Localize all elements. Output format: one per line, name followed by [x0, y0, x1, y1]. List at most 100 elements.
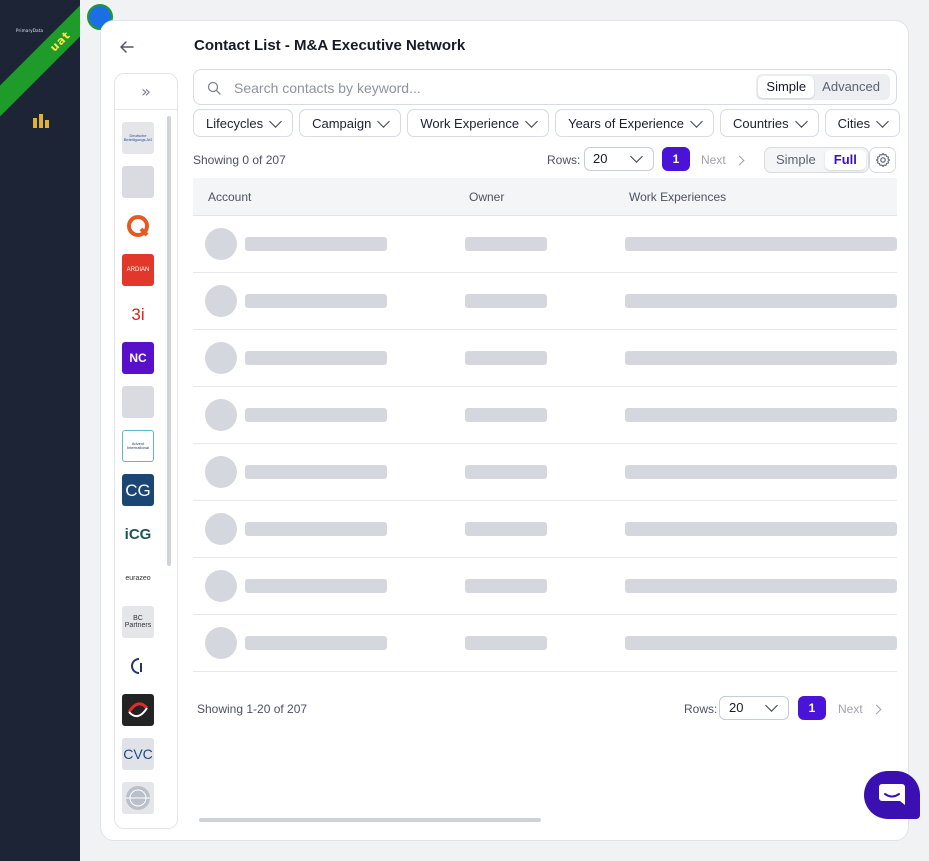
- filter-work-experience[interactable]: Work Experience: [407, 109, 550, 137]
- logo-text: Advent International: [126, 441, 149, 450]
- chevron-down-icon: [690, 114, 703, 128]
- swoosh-logo[interactable]: [122, 694, 154, 726]
- rail-scrollbar[interactable]: [167, 116, 171, 566]
- table-row[interactable]: [193, 273, 897, 330]
- left-nav: PrimaryData uat: [0, 0, 80, 861]
- filter-countries[interactable]: Countries: [719, 109, 819, 137]
- ardian-logo[interactable]: ARDIAN: [122, 254, 154, 286]
- table-row[interactable]: [193, 444, 897, 501]
- globe-mark-icon: [126, 786, 150, 810]
- search-mode-advanced[interactable]: Advanced: [814, 76, 888, 98]
- account-skeleton: [245, 294, 387, 308]
- bottom-page-1-button[interactable]: 1: [798, 696, 826, 720]
- filter-cities[interactable]: Cities: [824, 109, 901, 137]
- nc-logo[interactable]: NC: [122, 342, 154, 374]
- account-skeleton: [245, 465, 387, 479]
- chevron-down-icon: [794, 114, 808, 128]
- advent-international-logo[interactable]: Advent International: [122, 430, 154, 462]
- view-mode-simple[interactable]: Simple: [767, 150, 825, 170]
- double-chevron-right-icon: »: [141, 82, 151, 101]
- account-skeleton: [245, 351, 387, 365]
- env-badge: uat: [47, 28, 73, 54]
- page-1-button[interactable]: 1: [662, 147, 690, 171]
- bc-partners-logo[interactable]: BC Partners: [122, 606, 154, 638]
- avatar-skeleton: [205, 399, 237, 431]
- avatar-skeleton: [205, 627, 237, 659]
- owner-skeleton: [465, 351, 547, 365]
- deutsche-beteiligungs-logo[interactable]: Deutsche Beteiligungs AG: [122, 122, 154, 154]
- avatar-skeleton: [205, 456, 237, 488]
- filter-label: Lifecycles: [206, 115, 264, 131]
- filter-years-of-experience[interactable]: Years of Experience: [555, 109, 714, 137]
- cvc-logo[interactable]: CVC: [122, 738, 154, 770]
- logo-text: eurazeo: [125, 574, 151, 582]
- table-row[interactable]: [193, 501, 897, 558]
- table-settings-button[interactable]: [869, 147, 896, 173]
- logo-text: iCG: [124, 525, 152, 543]
- owner-skeleton: [465, 408, 547, 422]
- rows-label: Rows:: [547, 153, 581, 167]
- owner-skeleton: [465, 294, 547, 308]
- table-header: Account Owner Work Experiences: [193, 178, 897, 216]
- owner-skeleton: [465, 465, 547, 479]
- owner-skeleton: [465, 636, 547, 650]
- work-experience-skeleton: [625, 522, 897, 536]
- bottom-next-page-button[interactable]: Next: [838, 702, 882, 716]
- search-mode-simple[interactable]: Simple: [758, 76, 815, 98]
- owner-skeleton: [465, 237, 547, 251]
- chat-bubble-icon: [879, 784, 905, 805]
- horizontal-scrollbar[interactable]: [199, 818, 541, 822]
- eurazeo-logo[interactable]: eurazeo: [122, 562, 154, 594]
- logo-text: ARDIAN: [126, 267, 150, 273]
- next-page-button[interactable]: Next: [701, 153, 745, 167]
- chat-widget-button[interactable]: [864, 771, 920, 819]
- table-row[interactable]: [193, 615, 897, 672]
- account-skeleton: [245, 579, 387, 593]
- bottom-results-count: Showing 1-20 of 207: [197, 702, 308, 716]
- logo-text: BC Partners: [124, 615, 152, 629]
- bracket-logo[interactable]: [122, 650, 154, 682]
- globe-logo[interactable]: [122, 782, 154, 814]
- bracket-mark-icon: [131, 658, 142, 674]
- table-row[interactable]: [193, 216, 897, 273]
- owner-skeleton: [465, 579, 547, 593]
- 3i-logo[interactable]: 3i: [122, 298, 154, 330]
- work-experience-skeleton: [625, 579, 897, 593]
- grey-logo-7[interactable]: [122, 386, 154, 418]
- expand-rail-button[interactable]: »: [115, 74, 177, 110]
- back-arrow-icon[interactable]: [119, 39, 135, 55]
- table-row[interactable]: [193, 387, 897, 444]
- column-owner[interactable]: Owner: [469, 190, 504, 204]
- page-title: Contact List - M&A Executive Network: [194, 37, 466, 54]
- q-logo[interactable]: [122, 210, 154, 242]
- main-card: Contact List - M&A Executive Network » D…: [100, 20, 909, 841]
- filter-lifecycles[interactable]: Lifecycles: [193, 109, 294, 137]
- work-experience-skeleton: [625, 636, 897, 650]
- rows-per-page-select[interactable]: 20: [584, 147, 654, 171]
- table-row[interactable]: [193, 330, 897, 387]
- grey-logo-2[interactable]: [122, 166, 154, 198]
- avatar-skeleton: [205, 285, 237, 317]
- filter-bar: Lifecycles Campaign Work Experience Year…: [193, 109, 901, 137]
- next-label: Next: [838, 702, 863, 716]
- cg-logo[interactable]: CG: [122, 474, 154, 506]
- brand-logo[interactable]: PrimaryData: [16, 28, 43, 33]
- bar-chart-icon[interactable]: [32, 113, 50, 129]
- column-work-experiences[interactable]: Work Experiences: [629, 190, 726, 204]
- filter-label: Campaign: [312, 115, 372, 131]
- avatar-skeleton: [205, 342, 237, 374]
- search-input[interactable]: [234, 76, 734, 100]
- swoosh-mark-icon: [127, 702, 149, 718]
- chevron-down-icon: [630, 150, 643, 163]
- next-label: Next: [701, 153, 726, 167]
- avatar-skeleton: [205, 513, 237, 545]
- bottom-rows-per-page-select[interactable]: 20: [719, 696, 789, 720]
- icg-logo[interactable]: iCG: [122, 518, 154, 550]
- owner-skeleton: [465, 522, 547, 536]
- chevron-down-icon: [765, 699, 778, 712]
- view-mode-full[interactable]: Full: [824, 150, 866, 170]
- filter-campaign[interactable]: Campaign: [299, 109, 402, 137]
- table-row[interactable]: [193, 558, 897, 615]
- column-account[interactable]: Account: [208, 190, 251, 204]
- account-skeleton: [245, 237, 387, 251]
